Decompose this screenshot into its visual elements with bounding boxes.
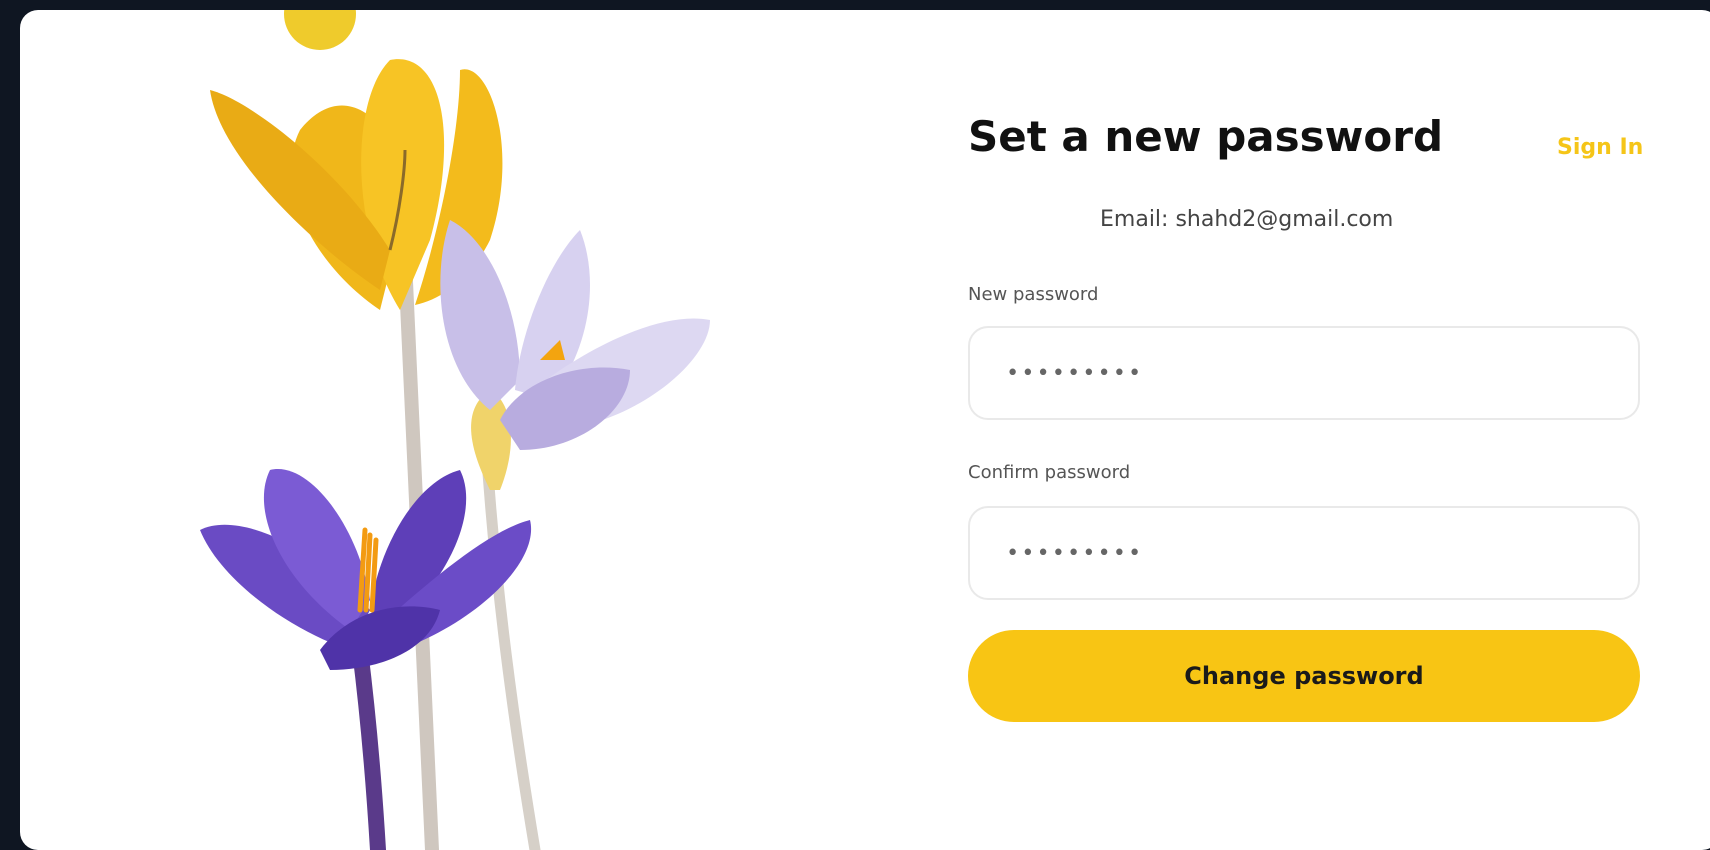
password-reset-card: Set a new password Sign In Email: shahd2…	[20, 10, 1710, 850]
lavender-crocus	[440, 220, 710, 490]
crocus-flowers-illustration	[200, 10, 710, 850]
sign-in-link[interactable]: Sign In	[1557, 135, 1643, 160]
email-display: Email: shahd2@gmail.com	[1100, 207, 1394, 232]
yellow-dot-icon	[284, 10, 356, 50]
new-password-label: New password	[968, 284, 1099, 305]
page-title: Set a new password	[968, 112, 1444, 161]
confirm-password-label: Confirm password	[968, 462, 1131, 483]
confirm-password-field-wrapper	[968, 506, 1640, 600]
purple-crocus	[200, 469, 532, 670]
change-password-button[interactable]: Change password	[968, 630, 1640, 722]
new-password-field-wrapper	[968, 326, 1640, 420]
confirm-password-input[interactable]	[1004, 539, 1608, 567]
new-password-input[interactable]	[1004, 359, 1608, 387]
